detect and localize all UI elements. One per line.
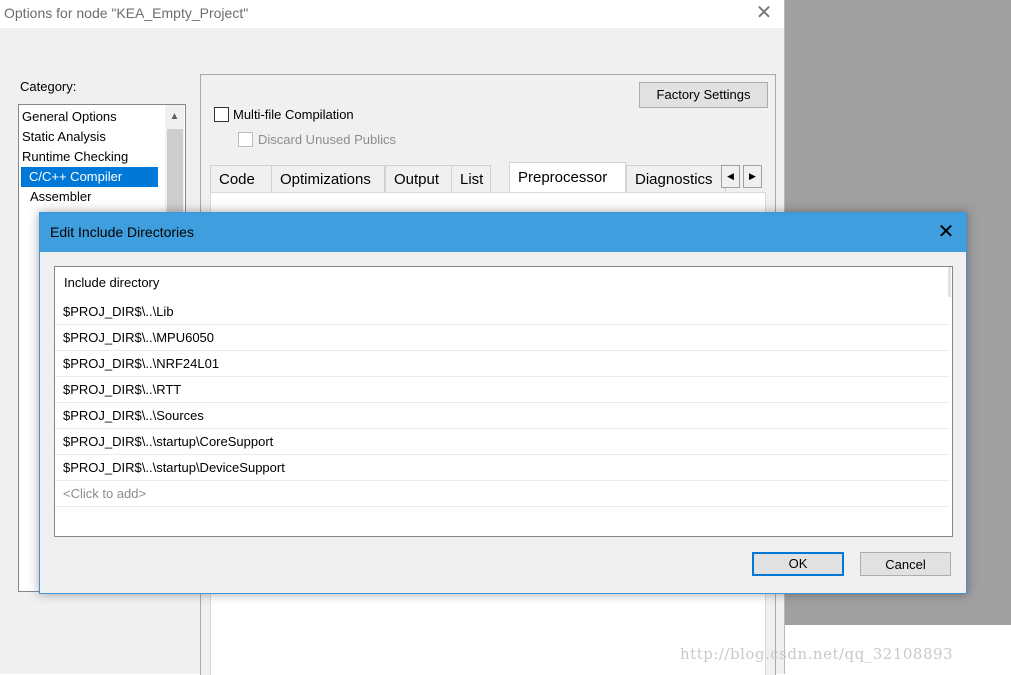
column-header-include-directory: Include directory (64, 275, 160, 290)
options-window-title: Options for node "KEA_Empty_Project" (4, 5, 249, 21)
column-header-divider (948, 267, 951, 297)
list-item[interactable]: $PROJ_DIR$\..\NRF24L01 (55, 351, 950, 377)
list-item[interactable]: $PROJ_DIR$\..\startup\DeviceSupport (55, 455, 950, 481)
ok-button[interactable]: OK (752, 552, 844, 576)
list-item[interactable]: $PROJ_DIR$\..\Sources (55, 403, 950, 429)
scroll-up-arrow-icon[interactable]: ▲ (165, 107, 184, 127)
tab-scroll-right-icon[interactable]: ▶ (743, 165, 762, 188)
dialog-title: Edit Include Directories (50, 224, 194, 240)
tab-preprocessor[interactable]: Preprocessor (509, 162, 626, 193)
multifile-compilation-checkbox[interactable] (214, 107, 229, 122)
list-item[interactable]: $PROJ_DIR$\..\MPU6050 (55, 325, 950, 351)
list-item[interactable]: $PROJ_DIR$\..\startup\CoreSupport (55, 429, 950, 455)
category-item-general-options[interactable]: General Options (22, 107, 117, 127)
factory-settings-button[interactable]: Factory Settings (639, 82, 768, 108)
options-titlebar: Options for node "KEA_Empty_Project" ✕ (0, 0, 784, 28)
discard-unused-publics-label: Discard Unused Publics (258, 132, 397, 147)
tab-output[interactable]: Output (385, 165, 452, 192)
tab-code[interactable]: Code (210, 165, 272, 192)
list-item[interactable]: $PROJ_DIR$\..\RTT (55, 377, 950, 403)
click-to-add-row[interactable]: <Click to add> (55, 481, 950, 507)
tab-list[interactable]: List (451, 165, 491, 192)
category-scroll-thumb[interactable] (167, 129, 183, 219)
category-item-runtime-checking[interactable]: Runtime Checking (22, 147, 128, 167)
category-item-c-cpp-compiler[interactable]: C/C++ Compiler (21, 167, 159, 187)
dialog-close-icon[interactable]: ✕ (934, 220, 958, 244)
include-directory-list[interactable]: Include directory $PROJ_DIR$\..\Lib $PRO… (54, 266, 953, 537)
tab-diagnostics[interactable]: Diagnostics (626, 165, 726, 192)
cancel-button[interactable]: Cancel (860, 552, 951, 576)
options-close-icon[interactable]: ✕ (752, 1, 776, 25)
watermark-text: http://blog.csdn.net/qq_32108893 (680, 645, 954, 663)
options-tab-strip: Code Optimizations Output List Preproces… (210, 162, 770, 193)
dialog-titlebar: Edit Include Directories ✕ (40, 213, 966, 252)
tab-scroll-left-icon[interactable]: ◀ (721, 165, 740, 188)
edit-include-directories-dialog: Edit Include Directories ✕ Include direc… (39, 212, 967, 594)
category-item-static-analysis[interactable]: Static Analysis (22, 127, 106, 147)
list-item[interactable]: $PROJ_DIR$\..\Lib (55, 299, 950, 325)
discard-unused-publics-checkbox (238, 132, 253, 147)
multifile-compilation-label: Multi-file Compilation (233, 107, 354, 122)
tab-optimizations[interactable]: Optimizations (271, 165, 385, 192)
category-label: Category: (20, 79, 77, 94)
category-item-assembler[interactable]: Assembler (30, 187, 91, 207)
